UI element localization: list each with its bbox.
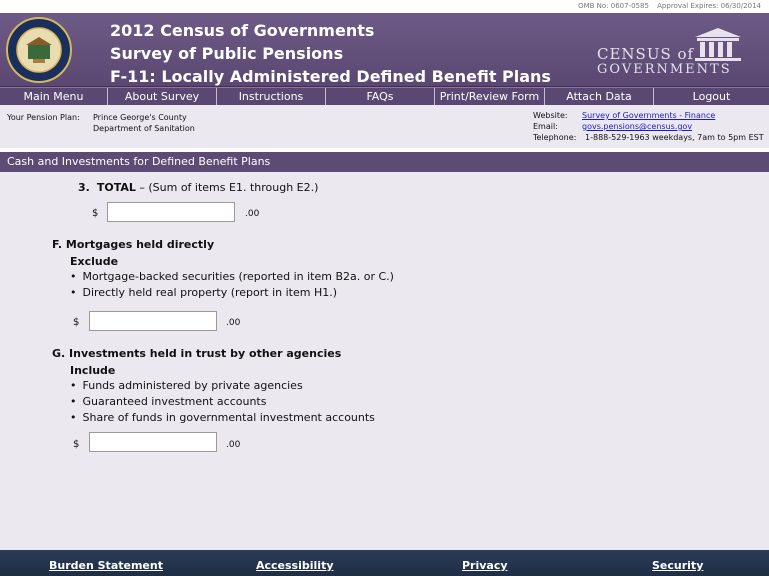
list-item: Guaranteed investment accounts — [70, 394, 375, 410]
item-f-heading: F. Mortgages held directly — [52, 238, 215, 251]
logo-line1: CENSUS of — [597, 45, 695, 63]
item-3-amount-input[interactable] — [107, 202, 235, 222]
item-f-cents: .00 — [226, 318, 241, 328]
omb-number: OMB No: 0607-0585 — [578, 2, 649, 10]
header-banner: 2012 Census of Governments Survey of Pub… — [0, 13, 769, 87]
omb-info: OMB No: 0607-0585 Approval Expires: 06/3… — [0, 0, 769, 13]
item-f-currency: $ — [73, 317, 80, 328]
item-3-label: 3. TOTAL – (Sum of items E1. through E2.… — [78, 181, 318, 194]
item-3-title: TOTAL — [96, 181, 136, 194]
nav-main-menu[interactable]: Main Menu — [0, 88, 108, 105]
item-3-desc: – (Sum of items E1. through E2.) — [135, 181, 319, 194]
footer-burden-statement-link[interactable]: Burden Statement — [49, 559, 163, 572]
list-item: Share of funds in governmental investmen… — [70, 410, 375, 426]
website-link[interactable]: Survey of Governments - Finance — [582, 110, 715, 121]
item-3-currency: $ — [92, 208, 99, 219]
pension-plan-line1: Prince George's County — [93, 113, 187, 122]
contact-info: Website: Survey of Governments - Finance… — [533, 110, 764, 143]
item-3-number: 3. — [78, 181, 90, 194]
list-item: Mortgage-backed securities (reported in … — [70, 269, 394, 285]
item-g-heading: G. Investments held in trust by other ag… — [52, 347, 342, 360]
item-3-cents: .00 — [245, 209, 260, 219]
building-icon — [695, 28, 741, 61]
telephone-label: Telephone: — [533, 133, 577, 142]
item-g-currency: $ — [73, 439, 80, 450]
survey-title-line2: Survey of Public Pensions — [110, 44, 344, 63]
section-title: Cash and Investments for Defined Benefit… — [0, 152, 769, 172]
department-of-commerce-seal-icon — [6, 15, 72, 85]
email-link[interactable]: govs.pensions@census.gov — [582, 121, 692, 132]
item-g-bullets: Funds administered by private agencies G… — [70, 378, 375, 426]
main-nav: Main Menu About Survey Instructions FAQs… — [0, 87, 769, 105]
item-f-exclude-label: Exclude — [70, 255, 119, 268]
website-label: Website: — [533, 111, 568, 120]
survey-title-line1: 2012 Census of Governments — [110, 21, 375, 40]
form-content: 3. TOTAL – (Sum of items E1. through E2.… — [0, 172, 769, 550]
email-label: Email: — [533, 122, 558, 131]
item-g-amount-input[interactable] — [89, 432, 217, 452]
nav-logout[interactable]: Logout — [654, 88, 769, 105]
nav-instructions[interactable]: Instructions — [217, 88, 326, 105]
nav-faqs[interactable]: FAQs — [326, 88, 435, 105]
item-g-include-label: Include — [70, 364, 116, 377]
list-item: Funds administered by private agencies — [70, 378, 375, 394]
footer-privacy-link[interactable]: Privacy — [462, 559, 508, 572]
omb-expires: Approval Expires: 06/30/2014 — [657, 2, 761, 10]
list-item: Directly held real property (report in i… — [70, 285, 394, 301]
pension-plan-name: Prince George's County Department of San… — [93, 112, 195, 134]
nav-about-survey[interactable]: About Survey — [108, 88, 217, 105]
footer-security-link[interactable]: Security — [652, 559, 703, 572]
item-f-bullets: Mortgage-backed securities (reported in … — [70, 269, 394, 301]
pension-plan-label: Your Pension Plan: — [7, 113, 80, 122]
footer: Burden Statement Accessibility Privacy S… — [0, 550, 769, 576]
telephone-value: 1-888-529-1963 weekdays, 7am to 5pm EST — [585, 133, 764, 142]
plan-info-panel: Your Pension Plan: Prince George's Count… — [0, 105, 769, 148]
survey-title-line3: F-11: Locally Administered Defined Benef… — [110, 67, 551, 86]
pension-plan-line2: Department of Sanitation — [93, 124, 195, 133]
footer-accessibility-link[interactable]: Accessibility — [256, 559, 334, 572]
survey-titles: 2012 Census of Governments Survey of Pub… — [110, 19, 551, 88]
item-f-amount-input[interactable] — [89, 311, 217, 331]
census-of-governments-logo: CENSUS of GOVERNMENTS — [597, 27, 747, 79]
logo-line2: GOVERNMENTS — [597, 62, 732, 77]
item-g-cents: .00 — [226, 440, 241, 450]
nav-print-review-form[interactable]: Print/Review Form — [435, 88, 545, 105]
nav-attach-data[interactable]: Attach Data — [545, 88, 654, 105]
